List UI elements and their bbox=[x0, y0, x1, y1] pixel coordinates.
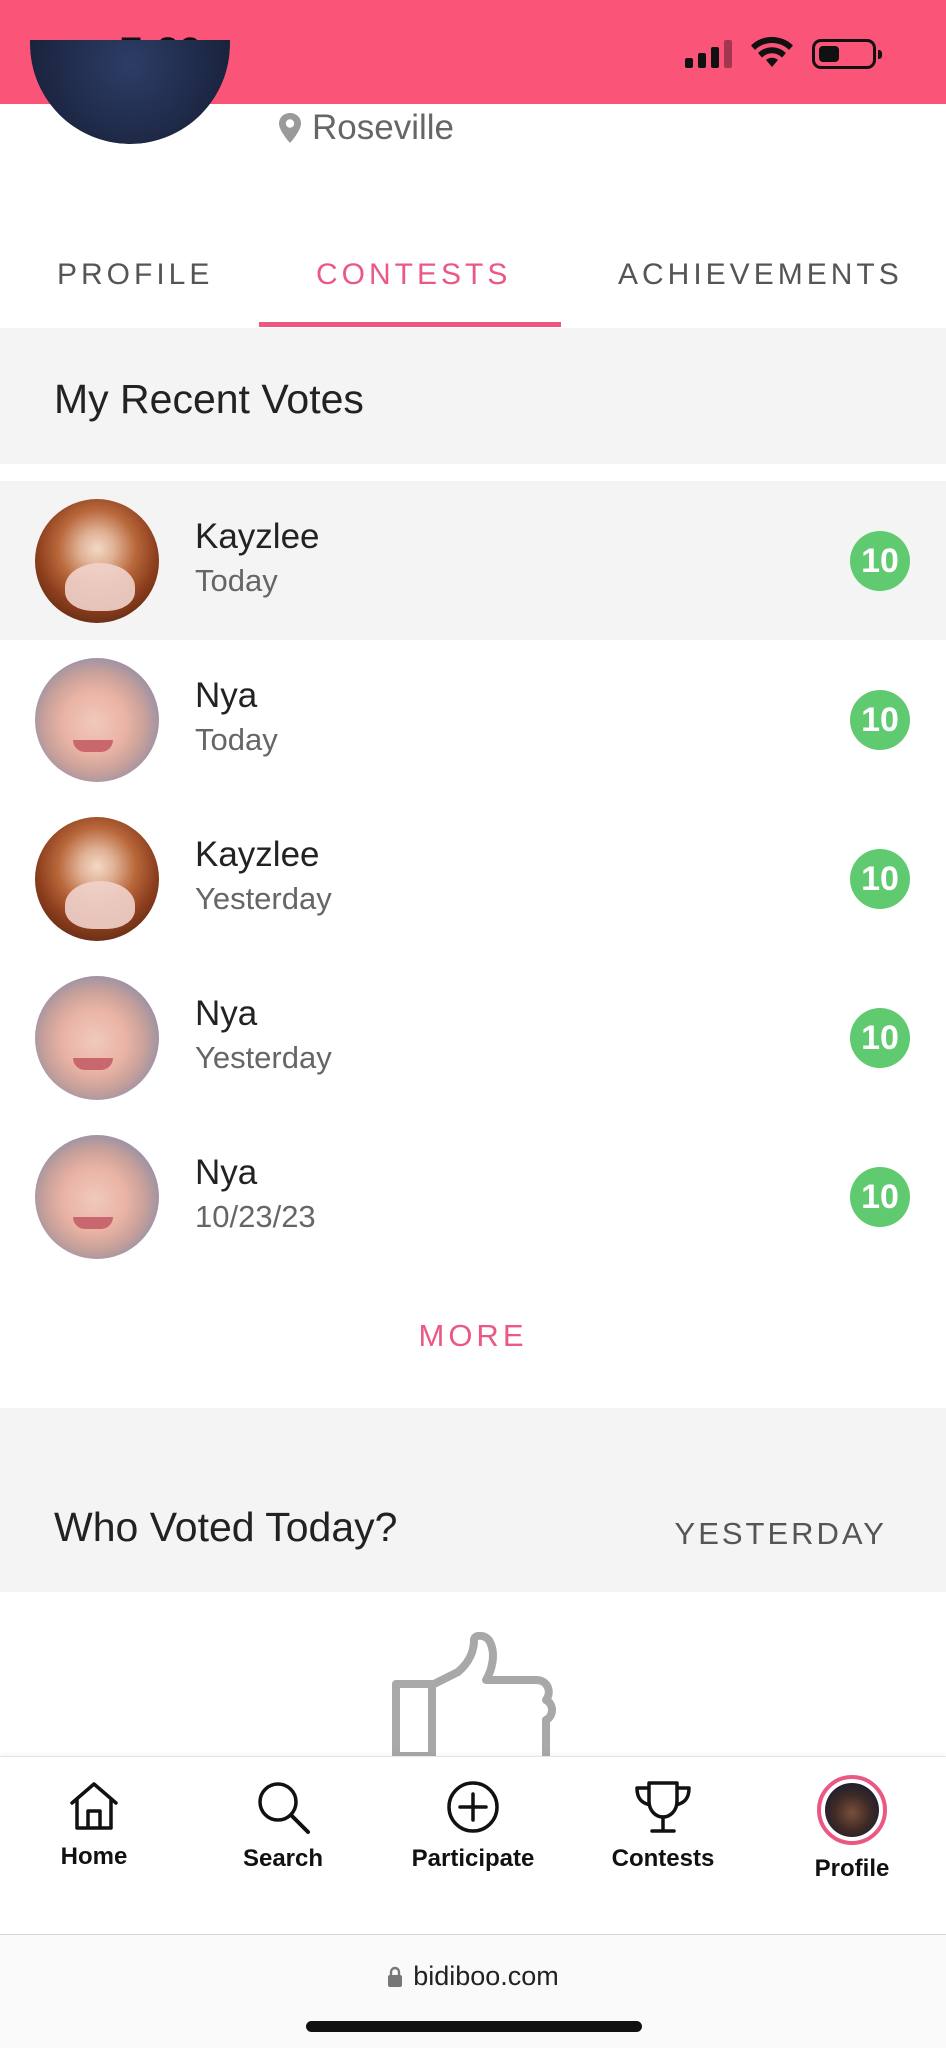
contestant-name: Nya bbox=[195, 994, 258, 1033]
home-indicator bbox=[306, 2021, 642, 2032]
contestant-avatar bbox=[35, 658, 159, 782]
vote-row[interactable]: Nya Today 10 bbox=[0, 640, 946, 799]
url-text: bidiboo.com bbox=[413, 1961, 559, 1991]
nav-profile[interactable]: Profile bbox=[762, 1775, 942, 1883]
vote-date: 10/23/23 bbox=[195, 1199, 316, 1234]
vote-count-badge: 10 bbox=[850, 1008, 910, 1068]
recent-votes-title: My Recent Votes bbox=[54, 376, 364, 422]
lock-icon bbox=[388, 1966, 403, 1987]
nav-search-label: Search bbox=[242, 1845, 324, 1872]
who-voted-title: Who Voted Today? bbox=[54, 1504, 398, 1550]
search-icon bbox=[258, 1782, 310, 1834]
vote-count-badge: 10 bbox=[850, 531, 910, 591]
nav-profile-label: Profile bbox=[814, 1855, 890, 1882]
vote-count-badge: 10 bbox=[850, 849, 910, 909]
nav-search[interactable]: Search bbox=[193, 1779, 373, 1873]
yesterday-toggle[interactable]: YESTERDAY bbox=[675, 1516, 887, 1552]
nav-participate-label: Participate bbox=[411, 1845, 535, 1872]
vote-row[interactable]: Nya Yesterday 10 bbox=[0, 958, 946, 1117]
vote-count-badge: 10 bbox=[850, 690, 910, 750]
plus-circle-icon bbox=[447, 1781, 499, 1833]
status-icons bbox=[685, 34, 882, 74]
location-pin-icon bbox=[279, 113, 301, 143]
contestant-name: Nya bbox=[195, 1153, 258, 1192]
contestant-avatar bbox=[35, 1135, 159, 1259]
profile-avatar bbox=[817, 1775, 887, 1845]
trophy-icon bbox=[635, 1781, 691, 1833]
more-button[interactable]: MORE bbox=[0, 1318, 946, 1354]
location-text: Roseville bbox=[312, 108, 454, 147]
vote-date: Today bbox=[195, 563, 278, 598]
vote-row[interactable]: Kayzlee Today 10 bbox=[0, 481, 946, 640]
battery-level bbox=[819, 46, 839, 62]
contestant-name: Nya bbox=[195, 676, 258, 715]
vote-date: Yesterday bbox=[195, 1040, 332, 1075]
bottom-navigation: Home Search Participate Contests Profile bbox=[0, 1756, 946, 1934]
nav-home[interactable]: Home bbox=[4, 1779, 184, 1871]
vote-date: Today bbox=[195, 722, 278, 757]
contestant-name: Kayzlee bbox=[195, 835, 320, 874]
nav-contests-label: Contests bbox=[611, 1845, 715, 1872]
who-voted-header: Who Voted Today? YESTERDAY bbox=[0, 1408, 946, 1592]
recent-votes-header: My Recent Votes bbox=[0, 328, 946, 464]
contestant-name: Kayzlee bbox=[195, 517, 320, 556]
contestant-avatar bbox=[35, 817, 159, 941]
tab-contests[interactable]: CONTESTS bbox=[316, 258, 511, 292]
contestant-avatar bbox=[35, 976, 159, 1100]
vote-row[interactable]: Kayzlee Yesterday 10 bbox=[0, 799, 946, 958]
vote-date: Yesterday bbox=[195, 881, 332, 916]
vote-row[interactable]: Nya 10/23/23 10 bbox=[0, 1117, 946, 1276]
profile-avatar bbox=[30, 40, 230, 144]
tab-achievements[interactable]: ACHIEVEMENTS bbox=[618, 258, 903, 292]
contestant-avatar bbox=[35, 499, 159, 623]
nav-contests[interactable]: Contests bbox=[573, 1779, 753, 1873]
vote-count-badge: 10 bbox=[850, 1167, 910, 1227]
wifi-icon bbox=[751, 37, 793, 67]
url-display[interactable]: bidiboo.com bbox=[0, 1961, 946, 1992]
cellular-signal-icon bbox=[685, 40, 732, 68]
tab-profile[interactable]: PROFILE bbox=[57, 258, 213, 292]
active-tab-indicator bbox=[259, 322, 561, 327]
nav-participate[interactable]: Participate bbox=[383, 1779, 563, 1873]
home-icon bbox=[70, 1782, 118, 1830]
browser-url-bar[interactable]: bidiboo.com bbox=[0, 1934, 946, 2048]
thumbs-up-icon bbox=[392, 1632, 556, 1756]
location: Roseville bbox=[278, 108, 454, 148]
nav-home-label: Home bbox=[60, 1843, 128, 1870]
profile-tabs: PROFILE CONTESTS ACHIEVEMENTS bbox=[0, 248, 946, 327]
battery-icon bbox=[812, 39, 882, 69]
